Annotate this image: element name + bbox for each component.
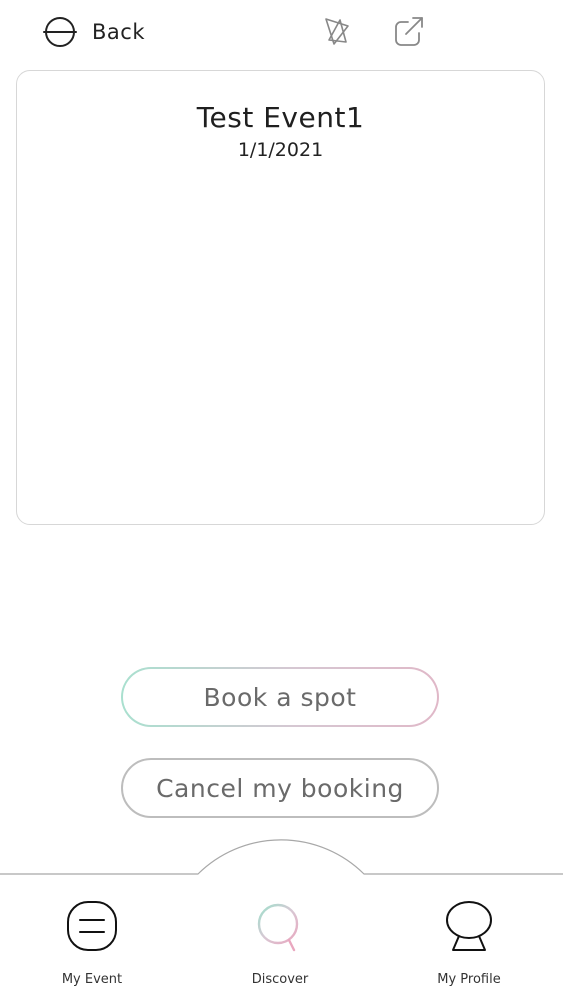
share-icon[interactable] (392, 14, 426, 48)
book-spot-button[interactable]: Book a spot (121, 667, 439, 727)
nav-item-discover[interactable]: Discover (220, 898, 340, 988)
back-label: Back (92, 20, 145, 44)
cancel-booking-button[interactable]: Cancel my booking (121, 758, 439, 818)
nav-label-my-event: My Event (61, 972, 123, 987)
bottom-navigation: My Event Discover My Profile (0, 830, 563, 1000)
nav-item-my-event[interactable]: My Event (32, 898, 152, 988)
top-bar: Back (0, 0, 563, 64)
favorite-icon[interactable] (320, 14, 354, 48)
nav-item-my-profile[interactable]: My Profile (409, 898, 529, 988)
event-title: Test Event1 (196, 101, 365, 134)
event-date: 1/1/2021 (237, 139, 324, 161)
my-profile-icon (446, 901, 492, 951)
discover-icon (257, 903, 299, 952)
event-detail-screen: Back Test Event1 1/1/2021 Book a spot Ca… (0, 0, 563, 1000)
back-icon (43, 17, 77, 47)
event-card: Test Event1 1/1/2021 (16, 70, 545, 525)
my-event-icon (67, 901, 117, 951)
nav-label-my-profile: My Profile (437, 972, 501, 987)
back-button[interactable]: Back (40, 12, 145, 52)
nav-label-discover: Discover (251, 972, 309, 987)
